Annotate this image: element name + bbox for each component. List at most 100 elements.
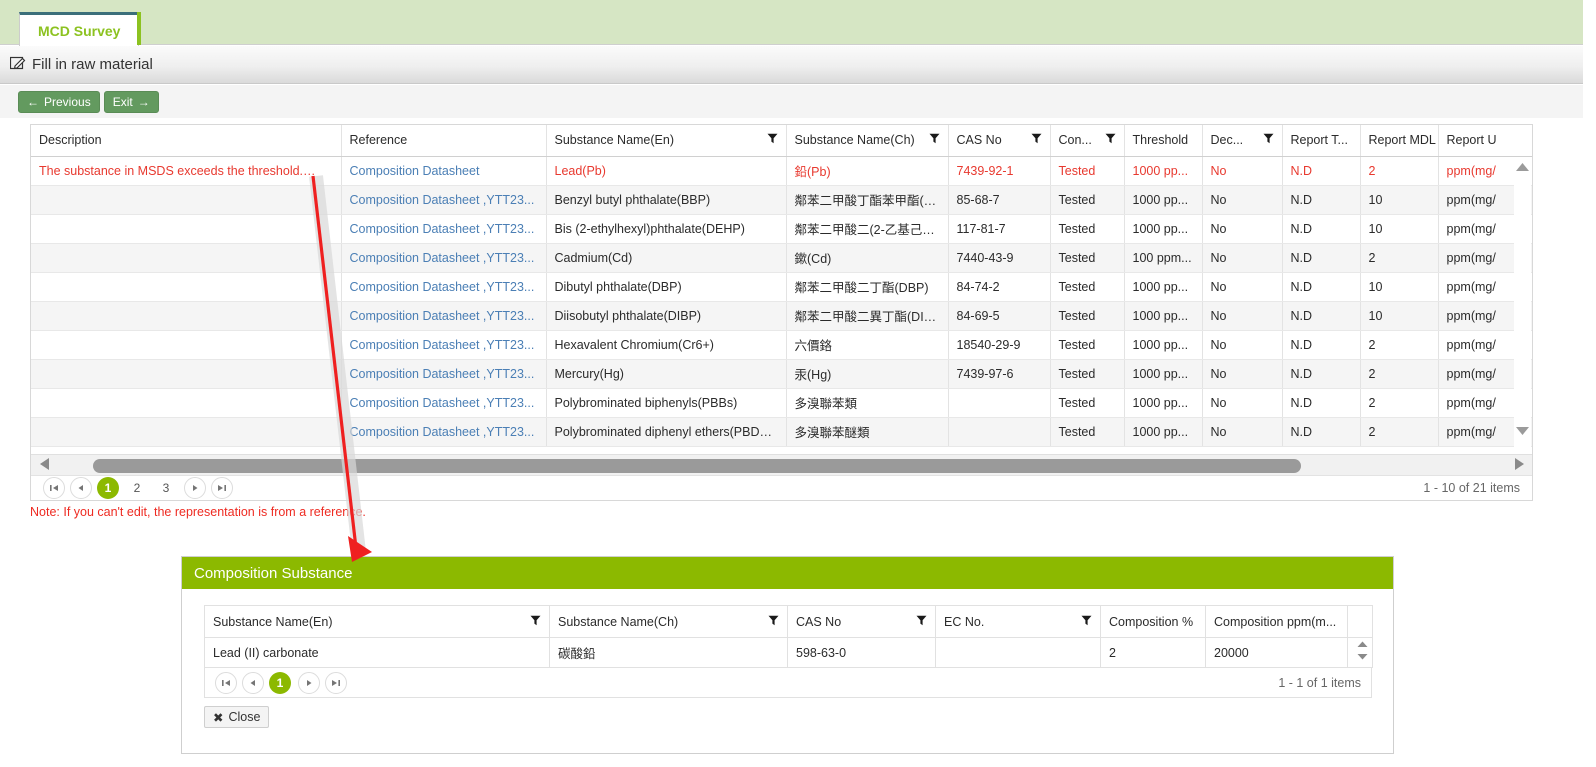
- reference-link[interactable]: Composition Datasheet ,YTT23...: [350, 193, 535, 207]
- cell-reference[interactable]: Composition Datasheet ,YTT23...: [341, 359, 547, 389]
- table-row[interactable]: Composition Datasheet ,YTT23... Dibutyl p…: [31, 272, 1532, 302]
- column-header-3[interactable]: Substance Name(Ch): [786, 125, 949, 157]
- table-row[interactable]: Composition Datasheet ,YTT23... Bis (2-et…: [31, 214, 1532, 244]
- table-row[interactable]: The substance in MSDS exceeds the thresh…: [31, 156, 1532, 186]
- cell-report_t: N.D: [1282, 156, 1361, 186]
- table-row[interactable]: Composition Datasheet ,YTT23... Diisobuty…: [31, 301, 1532, 331]
- cell-reference[interactable]: Composition Datasheet ,YTT23...: [341, 272, 547, 302]
- filter-icon-4[interactable]: [1031, 133, 1042, 147]
- cell-name_ch: 多溴聯苯醚類: [786, 417, 949, 447]
- pager-first-button[interactable]: [43, 477, 65, 499]
- cell-reference[interactable]: Composition Datasheet ,YTT23...: [341, 214, 547, 244]
- column-header-5[interactable]: Con...: [1050, 125, 1125, 157]
- table-header-row: Description Reference Substance Name(En) Su…: [31, 125, 1532, 157]
- scroll-down-icon[interactable]: [1514, 425, 1531, 439]
- dialog-table-row[interactable]: Lead (II) carbonate 碳酸鉛 598-63-0 2 20000: [204, 637, 1373, 668]
- column-header-9[interactable]: Report MDL: [1360, 125, 1439, 157]
- table-row[interactable]: Composition Datasheet ,YTT23... Benzyl bu…: [31, 185, 1532, 215]
- dialog-pager-info: 1 - 1 of 1 items: [1278, 675, 1361, 690]
- filter-icon-3[interactable]: [929, 133, 940, 147]
- dialog-pager-page-1[interactable]: 1: [269, 671, 291, 694]
- table-row[interactable]: Composition Datasheet ,YTT23... Polybromi…: [31, 417, 1532, 447]
- cell-reference[interactable]: Composition Datasheet ,YTT23...: [341, 243, 547, 273]
- dialog-cell-cas[interactable]: 598-63-0: [787, 637, 936, 668]
- dialog-close-button[interactable]: ✖ Close: [204, 706, 270, 728]
- dialog-column-header-0[interactable]: Substance Name(En): [204, 605, 550, 638]
- cell-reference[interactable]: Composition Datasheet ,YTT23...: [341, 388, 547, 418]
- pager-page-2[interactable]: 2: [126, 477, 148, 499]
- exit-button[interactable]: Exit →: [103, 90, 159, 113]
- table-row[interactable]: Composition Datasheet ,YTT23... Cadmium(C…: [31, 243, 1532, 273]
- scroll-right-icon[interactable]: [1506, 457, 1532, 474]
- dialog-pager-prev-button[interactable]: [242, 671, 264, 694]
- section-header: Fill in raw material: [0, 46, 1583, 84]
- cell-name_en: Bis (2-ethylhexyl)phthalate(DEHP): [546, 214, 787, 244]
- reference-link[interactable]: Composition Datasheet ,YTT23...: [350, 367, 535, 381]
- column-header-6[interactable]: Threshold: [1124, 125, 1203, 157]
- filter-icon-5[interactable]: [1105, 133, 1116, 147]
- scroll-left-icon[interactable]: [31, 457, 57, 474]
- scroll-up-icon[interactable]: [1514, 161, 1531, 175]
- dialog-column-header-3[interactable]: EC No.: [935, 605, 1101, 638]
- vertical-scrollbar[interactable]: [1514, 157, 1531, 447]
- column-header-0[interactable]: Description: [31, 125, 342, 157]
- table-row[interactable]: Composition Datasheet ,YTT23... Polybromi…: [31, 388, 1532, 418]
- dialog-column-header-4[interactable]: Composition %: [1100, 605, 1206, 638]
- hscroll-track[interactable]: [57, 455, 1506, 477]
- horizontal-scrollbar[interactable]: [31, 454, 1532, 476]
- dialog-cell-name_en[interactable]: Lead (II) carbonate: [204, 637, 550, 668]
- cell-reference[interactable]: Composition Datasheet: [341, 156, 547, 186]
- dialog-column-header-1[interactable]: Substance Name(Ch): [549, 605, 788, 638]
- dialog-filter-icon-0[interactable]: [530, 615, 541, 629]
- stepper-up-icon[interactable]: [1357, 641, 1368, 650]
- dialog-cell-ec[interactable]: [935, 637, 1101, 668]
- dialog-cell-composition_pct[interactable]: 2: [1100, 637, 1206, 668]
- dialog-filter-icon-1[interactable]: [768, 615, 779, 629]
- column-header-label: Report U: [1446, 133, 1497, 148]
- cell-reference[interactable]: Composition Datasheet ,YTT23...: [341, 301, 547, 331]
- pager-last-button[interactable]: [211, 477, 233, 499]
- dialog-filter-icon-3[interactable]: [1081, 615, 1092, 629]
- tab-mcd-survey[interactable]: MCD Survey: [19, 12, 140, 46]
- stepper-down-icon[interactable]: [1357, 653, 1368, 662]
- reference-link[interactable]: Composition Datasheet ,YTT23...: [350, 338, 535, 352]
- previous-button[interactable]: ← Previous: [18, 90, 100, 113]
- cell-reference[interactable]: Composition Datasheet ,YTT23...: [341, 330, 547, 360]
- dialog-pager-next-button[interactable]: [298, 671, 320, 694]
- dialog-filter-icon-2[interactable]: [916, 615, 927, 629]
- column-header-7[interactable]: Dec...: [1202, 125, 1283, 157]
- dialog-pager-last-button[interactable]: [325, 671, 347, 694]
- filter-icon-2[interactable]: [767, 133, 778, 147]
- reference-link[interactable]: Composition Datasheet ,YTT23...: [350, 222, 535, 236]
- pager-page-3[interactable]: 3: [155, 477, 177, 499]
- dialog-cell-name_ch[interactable]: 碳酸鉛: [549, 637, 788, 668]
- column-header-8[interactable]: Report T...: [1282, 125, 1361, 157]
- cell-reference[interactable]: Composition Datasheet ,YTT23...: [341, 417, 547, 447]
- pager-next-button[interactable]: [184, 477, 206, 499]
- cell-report_t: N.D: [1282, 330, 1361, 360]
- filter-icon-7[interactable]: [1263, 133, 1274, 147]
- table-row[interactable]: Composition Datasheet ,YTT23... Hexavalen…: [31, 330, 1532, 360]
- pager-pages: 123: [97, 477, 184, 499]
- reference-link[interactable]: Composition Datasheet ,YTT23...: [350, 396, 535, 410]
- pager-page-1[interactable]: 1: [97, 477, 119, 499]
- dialog-column-header-5[interactable]: Composition ppm(m...: [1205, 605, 1348, 638]
- reference-link[interactable]: Composition Datasheet ,YTT23...: [350, 425, 535, 439]
- column-header-2[interactable]: Substance Name(En): [546, 125, 787, 157]
- reference-link[interactable]: Composition Datasheet: [350, 164, 480, 178]
- reference-link[interactable]: Composition Datasheet ,YTT23...: [350, 251, 535, 265]
- dialog-column-header-2[interactable]: CAS No: [787, 605, 936, 638]
- pager-prev-button[interactable]: [70, 477, 92, 499]
- dialog-pager-pages: 1: [269, 671, 298, 694]
- hscroll-thumb[interactable]: [93, 458, 1301, 473]
- column-header-4[interactable]: CAS No: [948, 125, 1051, 157]
- reference-link[interactable]: Composition Datasheet ,YTT23...: [350, 280, 535, 294]
- dialog-cell-composition_ppm[interactable]: 20000: [1205, 637, 1348, 668]
- column-header-10[interactable]: Report U: [1438, 125, 1532, 157]
- reference-link[interactable]: Composition Datasheet ,YTT23...: [350, 309, 535, 323]
- table-row[interactable]: Composition Datasheet ,YTT23... Mercury(H…: [31, 359, 1532, 389]
- cell-reference[interactable]: Composition Datasheet ,YTT23...: [341, 185, 547, 215]
- ppm-stepper[interactable]: [1347, 637, 1373, 668]
- column-header-1[interactable]: Reference: [341, 125, 547, 157]
- dialog-pager-first-button[interactable]: [215, 671, 237, 694]
